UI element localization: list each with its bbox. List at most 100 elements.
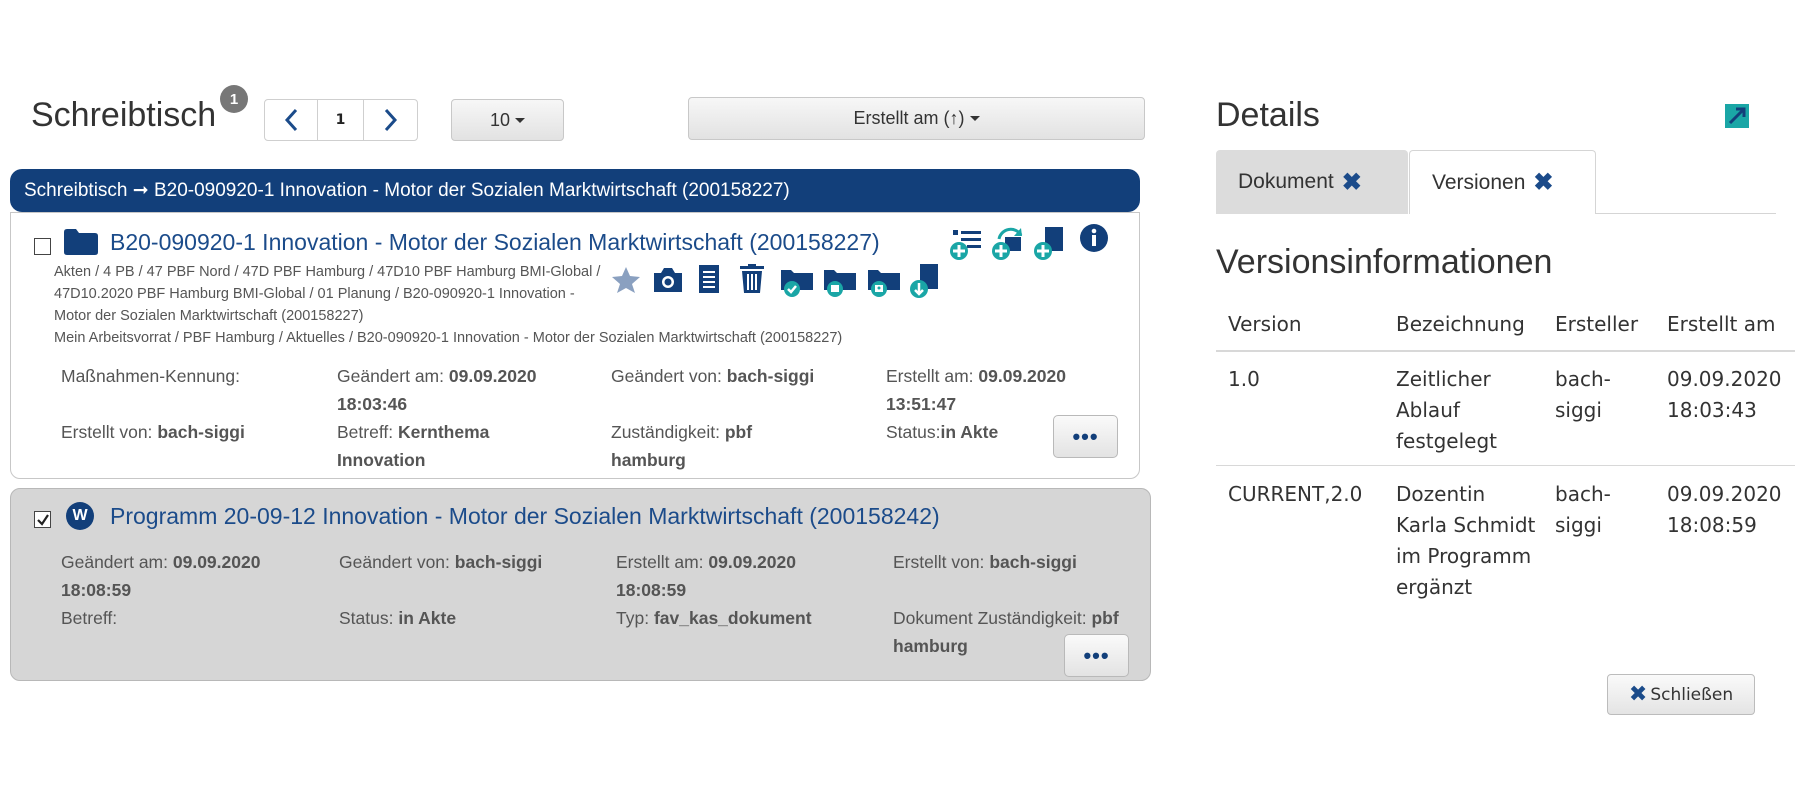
tab-dokument[interactable]: Dokument ✖	[1216, 150, 1408, 214]
versions-heading: Versionsinformationen	[1216, 243, 1553, 281]
meta-geaendert-am: Geändert am: 09.09.2020 18:08:59	[61, 548, 301, 604]
meta-value: in Akte	[940, 422, 999, 442]
table-divider	[1216, 465, 1795, 466]
folder-contact-icon[interactable]	[866, 266, 902, 298]
meta-value: bach-siggi	[454, 552, 543, 572]
more-actions-button[interactable]: •••	[1064, 634, 1129, 677]
trash-icon[interactable]	[739, 264, 765, 294]
meta-value: bach-siggi	[989, 552, 1077, 572]
meta-label: Zuständigkeit:	[611, 422, 720, 442]
meta-label: Erstellt von:	[893, 552, 985, 572]
cell-version: CURRENT,2.0	[1228, 482, 1363, 506]
star-icon[interactable]	[611, 266, 641, 294]
close-button[interactable]: ✖ Schließen	[1607, 674, 1755, 715]
tab-divider	[1596, 213, 1776, 214]
tab-label: Dokument	[1238, 170, 1334, 193]
caret-down-icon	[969, 116, 980, 121]
cell-ersteller: bach-siggi	[1555, 367, 1611, 422]
cell-ersteller: bach-siggi	[1555, 482, 1611, 537]
result-title-link[interactable]: B20-090920-1 Innovation - Motor der Sozi…	[110, 229, 880, 256]
expand-icon[interactable]	[1725, 104, 1749, 128]
meta-label: Betreff:	[61, 608, 118, 628]
check-icon	[36, 513, 49, 526]
meta-betreff: Betreff: Kernthema Innovation	[337, 418, 567, 474]
file-path-primary[interactable]: Akten / 4 PB / 47 PBF Nord / 47D PBF Ham…	[54, 261, 604, 327]
breadcrumb[interactable]: Schreibtisch ➞ B20-090920-1 Innovation -…	[10, 169, 1140, 212]
meta-label: Geändert von:	[611, 366, 722, 386]
column-header-bezeichnung: Bezeichnung	[1396, 312, 1525, 336]
meta-label: Erstellt am:	[616, 552, 704, 572]
file-path-secondary[interactable]: Mein Arbeitsvorrat / PBF Hamburg / Aktue…	[54, 327, 1054, 349]
caret-down-icon	[515, 117, 526, 123]
meta-zustaendigkeit: Zuständigkeit: pbf hamburg	[611, 418, 831, 474]
meta-erstellt-am: Erstellt am: 09.09.2020 13:51:47	[886, 362, 1126, 418]
meta-geaendert-am: Geändert am: 09.09.2020 18:03:46	[337, 362, 587, 418]
meta-value: bach-siggi	[157, 422, 245, 442]
meta-label: Geändert von:	[339, 552, 450, 572]
select-checkbox[interactable]	[34, 511, 51, 528]
meta-label: Geändert am:	[61, 552, 168, 572]
close-icon: ✖	[1628, 682, 1648, 707]
folder-icon	[64, 229, 98, 255]
meta-label: Typ:	[616, 608, 650, 628]
per-page-value: 10	[489, 109, 511, 130]
cell-bezeichnung: Zeitlicher Ablauf festgelegt	[1396, 367, 1498, 453]
tab-versionen[interactable]: Versionen ✖	[1409, 150, 1596, 214]
cell-version: 1.0	[1228, 367, 1260, 391]
word-document-icon: W	[66, 502, 94, 530]
info-icon[interactable]	[1079, 223, 1109, 253]
chevron-right-icon	[384, 108, 397, 132]
folder-image-icon[interactable]	[822, 266, 858, 298]
meta-value: in Akte	[398, 608, 457, 628]
prev-page-button[interactable]	[265, 100, 318, 140]
meta-status: Status: in Akte	[339, 604, 456, 632]
folder-check-icon[interactable]	[779, 266, 815, 298]
sort-value: Erstellt am (↑)	[853, 108, 965, 128]
close-tab-icon[interactable]: ✖	[1342, 168, 1362, 197]
meta-erstellt-von: Erstellt von: bach-siggi	[61, 418, 245, 446]
details-title: Details	[1216, 96, 1320, 134]
sort-dropdown[interactable]: Erstellt am (↑)	[688, 97, 1145, 140]
meta-label: Erstellt von:	[61, 422, 153, 442]
meta-geaendert-von: Geändert von: bach-siggi	[611, 362, 831, 390]
meta-massnahmen: Maßnahmen-Kennung:	[61, 362, 240, 390]
add-to-list-icon[interactable]	[949, 227, 985, 261]
close-tab-icon[interactable]: ✖	[1533, 168, 1553, 197]
current-page[interactable]: 1	[318, 100, 364, 140]
result-card-folder: B20-090920-1 Innovation - Motor der Sozi…	[10, 212, 1140, 479]
chevron-left-icon	[284, 108, 298, 132]
meta-label: Maßnahmen-Kennung:	[61, 366, 240, 386]
page-title: Schreibtisch	[31, 96, 217, 134]
column-header-erstellt-am: Erstellt am	[1667, 312, 1776, 336]
meta-erstellt-von: Erstellt von: bach-siggi	[893, 548, 1077, 576]
meta-erstellt-am: Erstellt am: 09.09.2020 18:08:59	[616, 548, 856, 604]
pagination: 1	[264, 99, 418, 141]
result-title-link[interactable]: Programm 20-09-12 Innovation - Motor der…	[110, 503, 940, 530]
meta-label: Betreff:	[337, 422, 394, 442]
meta-betreff: Betreff:	[61, 604, 117, 632]
meta-label: Erstellt am:	[886, 366, 974, 386]
more-actions-button[interactable]: •••	[1053, 415, 1118, 458]
cell-erstellt-am: 09.09.2020 18:08:59	[1667, 482, 1782, 537]
meta-status: Status:in Akte	[886, 418, 998, 446]
meta-value: fav_kas_dokument	[653, 608, 812, 628]
result-card-document: W Programm 20-09-12 Innovation - Motor d…	[10, 488, 1151, 681]
camera-icon[interactable]	[652, 266, 684, 294]
meta-label: Status:	[886, 422, 941, 442]
sync-add-icon[interactable]	[991, 225, 1027, 261]
meta-typ: Typ: fav_kas_dokument	[616, 604, 812, 632]
column-header-ersteller: Ersteller	[1555, 312, 1639, 336]
download-document-icon[interactable]	[908, 263, 942, 299]
document-list-icon[interactable]	[697, 264, 721, 294]
table-divider	[1216, 350, 1795, 352]
count-badge: 1	[220, 85, 248, 113]
per-page-dropdown[interactable]: 10	[451, 99, 564, 141]
close-label: Schließen	[1650, 684, 1734, 705]
meta-geaendert-von: Geändert von: bach-siggi	[339, 548, 542, 576]
select-checkbox[interactable]	[34, 238, 51, 255]
tab-label: Versionen	[1432, 170, 1526, 194]
next-page-button[interactable]	[364, 100, 417, 140]
add-document-icon[interactable]	[1033, 225, 1067, 261]
meta-value: bach-siggi	[726, 366, 815, 386]
cell-bezeichnung: Dozentin Karla Schmidt im Programm ergän…	[1396, 482, 1536, 599]
